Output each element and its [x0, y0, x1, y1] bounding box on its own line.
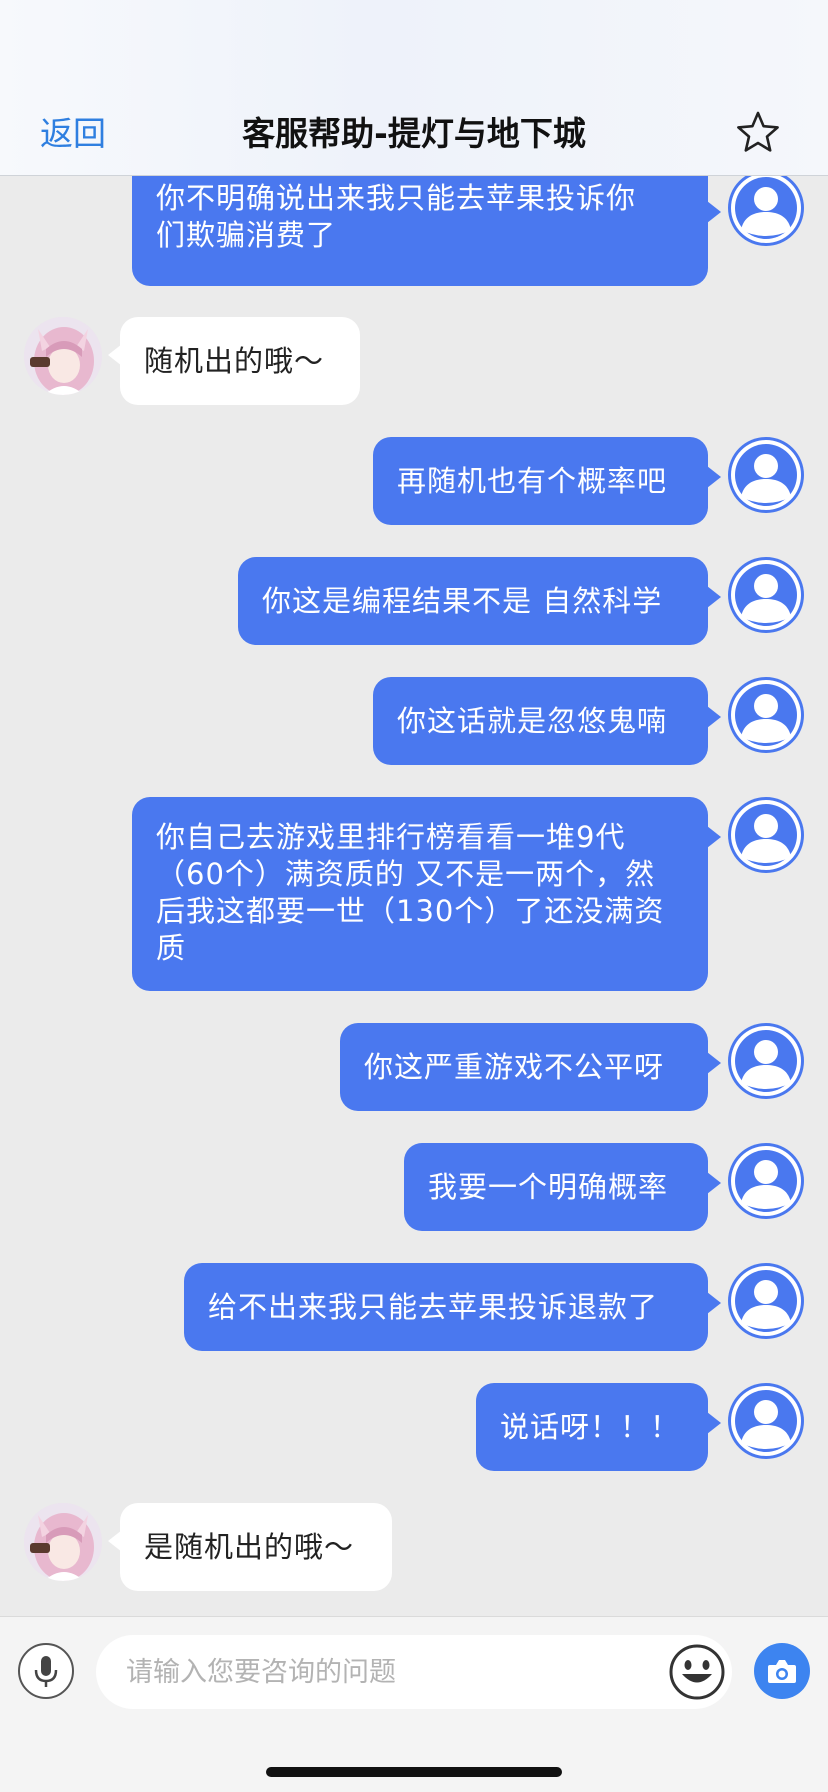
page-title: 客服帮助-提灯与地下城 — [242, 114, 586, 153]
message-bubble[interactable]: 说话呀！！！ — [476, 1383, 708, 1471]
message-text: 再随机也有个概率吧 — [397, 463, 668, 498]
message-text-line: （60个）满资质的 又不是一两个，然 — [156, 857, 656, 891]
input-bar — [0, 1616, 828, 1792]
message-bubble[interactable]: 是随机出的哦～ — [120, 1503, 392, 1591]
message-text: 我要一个明确概率 — [428, 1169, 669, 1204]
user-avatar-icon[interactable] — [728, 1023, 804, 1099]
star-icon[interactable] — [736, 110, 780, 154]
message-text-line: 后我这都要一世（130个）了还没满资 — [156, 894, 665, 928]
message-bubble[interactable]: 我要一个明确概率 — [404, 1143, 708, 1231]
home-indicator — [266, 1767, 562, 1777]
user-avatar-icon[interactable] — [728, 1263, 804, 1339]
message-text-line: 质 — [156, 931, 187, 965]
message-text: 你这是编程结果不是 自然科学 — [262, 583, 663, 618]
user-avatar-icon[interactable] — [728, 797, 804, 873]
message-bubble[interactable]: 你不明确说出来我只能去苹果投诉你 们欺骗消费了 — [132, 176, 708, 286]
user-avatar-icon[interactable] — [728, 557, 804, 633]
chat-message-list[interactable]: 你不明确说出来我只能去苹果投诉你 们欺骗消费了 随机出的哦～ 再随机也有个概率吧… — [0, 176, 828, 1616]
message-text: 你这话就是忽悠鬼喃 — [397, 703, 668, 738]
user-avatar-icon[interactable] — [728, 176, 804, 246]
message-text: 是随机出的哦～ — [144, 1529, 355, 1564]
agent-avatar-icon[interactable] — [24, 1503, 102, 1581]
agent-avatar-icon[interactable] — [24, 317, 102, 395]
message-bubble[interactable]: 你这是编程结果不是 自然科学 — [238, 557, 708, 645]
emoji-icon[interactable] — [668, 1643, 726, 1701]
message-text-line: 你不明确说出来我只能去苹果投诉你 — [156, 181, 637, 215]
microphone-icon[interactable] — [18, 1643, 74, 1699]
message-text-line: 你自己去游戏里排行榜看看一堆9代 — [156, 820, 626, 854]
user-avatar-icon[interactable] — [728, 437, 804, 513]
message-bubble[interactable]: 再随机也有个概率吧 — [373, 437, 708, 525]
message-bubble[interactable]: 你这话就是忽悠鬼喃 — [373, 677, 708, 765]
message-input[interactable] — [96, 1635, 732, 1709]
user-avatar-icon[interactable] — [728, 677, 804, 753]
message-bubble[interactable]: 你自己去游戏里排行榜看看一堆9代 （60个）满资质的 又不是一两个，然 后我这都… — [132, 797, 708, 991]
message-text: 给不出来我只能去苹果投诉退款了 — [208, 1289, 659, 1324]
message-bubble[interactable]: 随机出的哦～ — [120, 317, 360, 405]
camera-icon[interactable] — [754, 1643, 810, 1699]
message-bubble[interactable]: 你这严重游戏不公平呀 — [340, 1023, 708, 1111]
message-text: 说话呀！！！ — [500, 1409, 681, 1444]
nav-header: 返回 客服帮助-提灯与地下城 — [0, 0, 828, 176]
message-text: 随机出的哦～ — [144, 343, 325, 378]
message-text: 你这严重游戏不公平呀 — [364, 1049, 665, 1084]
user-avatar-icon[interactable] — [728, 1143, 804, 1219]
message-text-line: 们欺骗消费了 — [156, 218, 337, 252]
user-avatar-icon[interactable] — [728, 1383, 804, 1459]
message-bubble[interactable]: 给不出来我只能去苹果投诉退款了 — [184, 1263, 708, 1351]
